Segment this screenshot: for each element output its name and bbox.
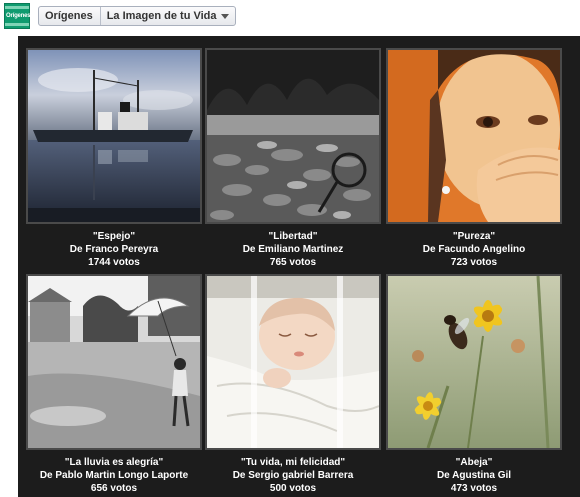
vote-count: 473 votos: [450, 483, 498, 494]
gallery-card[interactable]: "Pureza" De Facundo Angelino 723 votos: [386, 48, 562, 269]
photo-author[interactable]: De Agustina Gil: [386, 469, 562, 482]
breadcrumb-origin[interactable]: Orígenes: [39, 7, 101, 25]
gallery-card[interactable]: "La lluvia es alegría" De Pablo Martin L…: [26, 274, 202, 495]
photo-title: "La lluvia es alegría": [64, 457, 164, 468]
photo-title: "Abeja": [455, 457, 493, 468]
logo-text: Orígenes: [6, 13, 31, 19]
vote-count: 1744 votos: [88, 257, 140, 268]
gallery-panel: "Espejo" De Franco Pereyra 1744 votos "L…: [18, 36, 580, 497]
photo-title: "Espejo": [92, 231, 136, 242]
smiling-child-image: [388, 50, 560, 222]
photo-title: "Libertad": [268, 231, 318, 242]
logo-stripe: [5, 6, 29, 9]
vote-count: 723 votos: [450, 257, 498, 268]
photo-author[interactable]: De Pablo Martin Longo Laporte: [26, 469, 202, 482]
bee-flowers-image: [388, 276, 560, 448]
photo-author[interactable]: De Facundo Angelino: [386, 243, 562, 256]
photo-author[interactable]: De Emiliano Martinez: [205, 243, 381, 256]
breadcrumb-app-label: La Imagen de tu Vida: [106, 10, 217, 22]
girl-umbrella-image: [28, 276, 200, 448]
rocky-shore-image: [207, 50, 379, 222]
photo-ship-reflection[interactable]: [26, 48, 202, 224]
vote-count: 656 votos: [90, 483, 138, 494]
top-bar: Orígenes Orígenes La Imagen de tu Vida: [0, 0, 580, 33]
photo-sleeping-baby[interactable]: [205, 274, 381, 450]
sleeping-baby-image: [207, 276, 379, 448]
vote-count: 500 votos: [269, 483, 317, 494]
photo-author[interactable]: De Sergio gabriel Barrera: [205, 469, 381, 482]
photo-bee-flowers[interactable]: [386, 274, 562, 450]
ship-reflection-image: [28, 50, 200, 222]
origenes-logo[interactable]: Orígenes: [4, 3, 31, 29]
gallery-card[interactable]: "Espejo" De Franco Pereyra 1744 votos: [26, 48, 202, 269]
vote-count: 765 votos: [269, 257, 317, 268]
gallery-card[interactable]: "Libertad" De Emiliano Martinez 765 voto…: [205, 48, 381, 269]
gallery-card[interactable]: "Abeja" De Agustina Gil 473 votos: [386, 274, 562, 495]
photo-smiling-child[interactable]: [386, 48, 562, 224]
photo-title: "Tu vida, mi felicidad": [240, 457, 346, 468]
photo-rocky-shore[interactable]: [205, 48, 381, 224]
photo-title: "Pureza": [452, 231, 496, 242]
breadcrumb[interactable]: Orígenes La Imagen de tu Vida: [38, 6, 236, 26]
chevron-down-icon[interactable]: [220, 13, 229, 19]
logo-stripe: [5, 23, 29, 26]
breadcrumb-app[interactable]: La Imagen de tu Vida: [101, 7, 235, 25]
photo-author[interactable]: De Franco Pereyra: [26, 243, 202, 256]
photo-girl-umbrella[interactable]: [26, 274, 202, 450]
gallery-card[interactable]: "Tu vida, mi felicidad" De Sergio gabrie…: [205, 274, 381, 495]
